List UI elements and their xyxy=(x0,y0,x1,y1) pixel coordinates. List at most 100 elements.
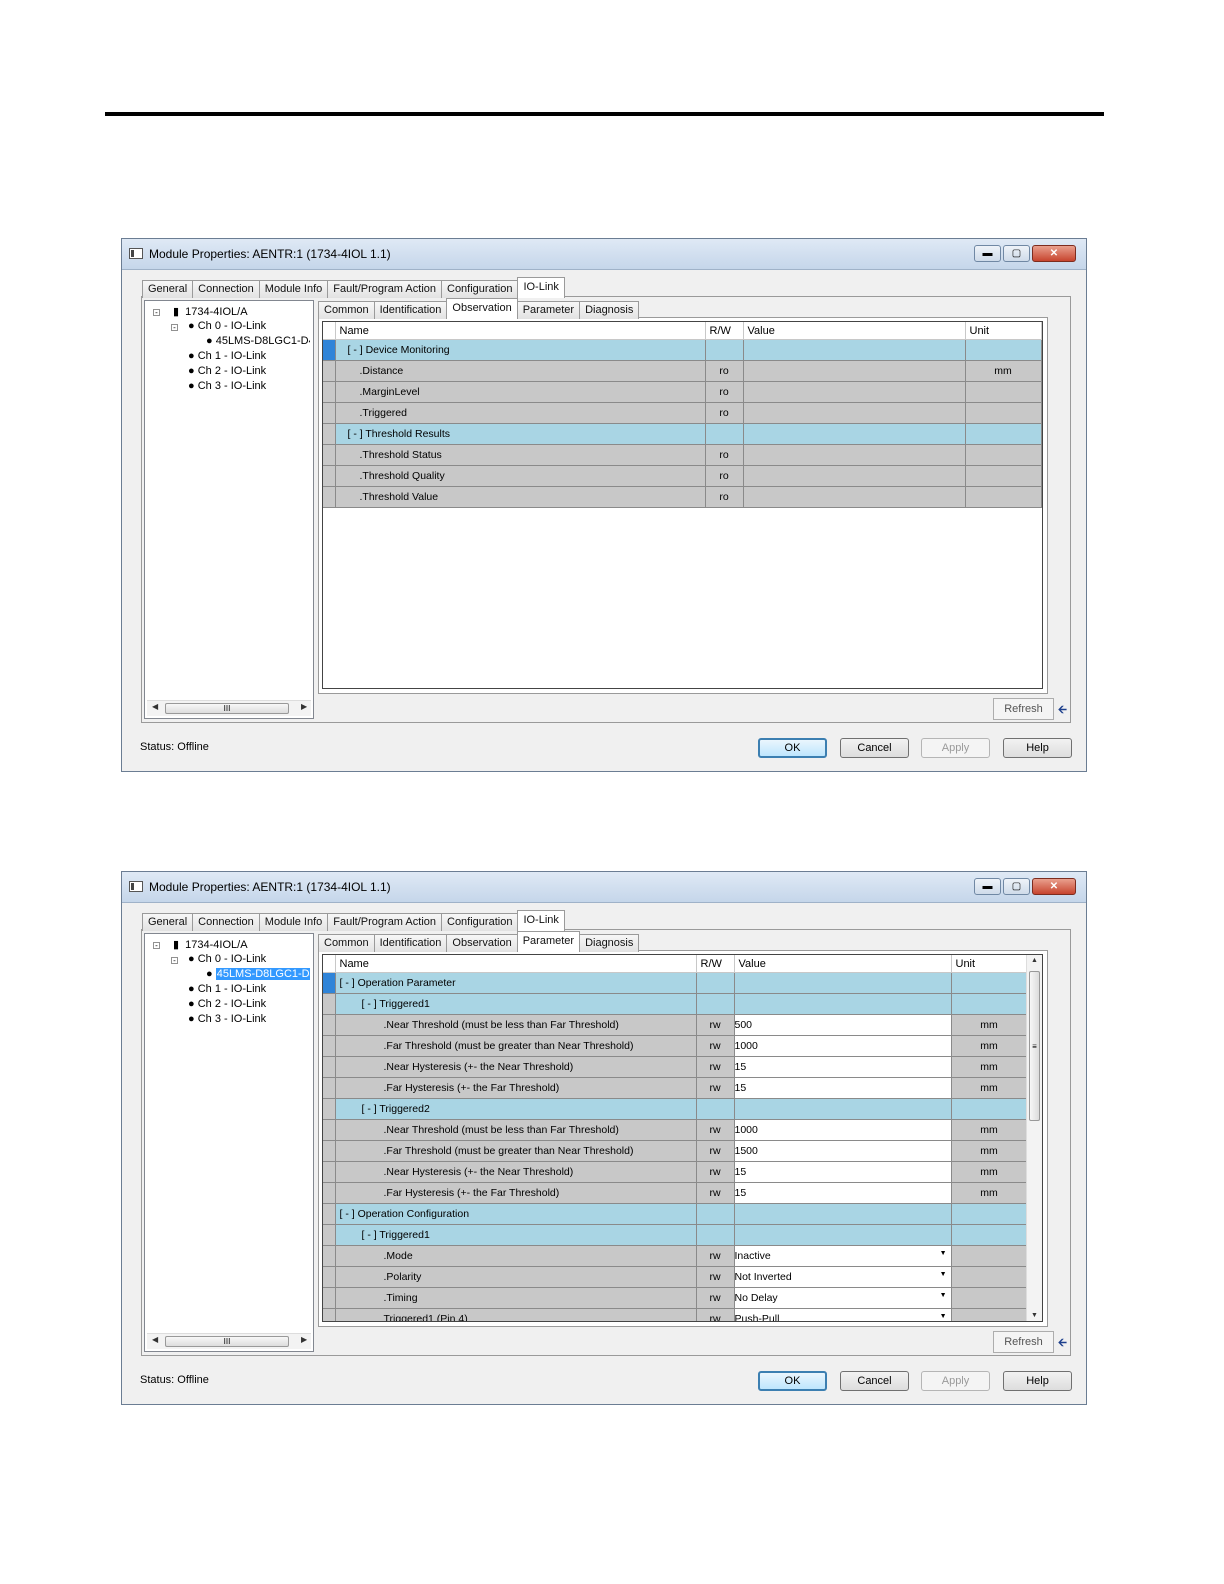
table-row[interactable]: [ - ] Threshold Results xyxy=(323,423,1042,445)
value-field[interactable]: 15 xyxy=(734,1056,952,1078)
scroll-right-icon[interactable]: ▶ xyxy=(301,1335,307,1344)
table-row[interactable]: .Threshold Quality ro xyxy=(323,465,1042,487)
tab-common[interactable]: Common xyxy=(318,934,375,952)
value-field[interactable]: 15 xyxy=(734,1077,952,1099)
table-row[interactable]: [ - ] Triggered2 xyxy=(323,1098,1028,1120)
column-value[interactable]: Value xyxy=(734,955,952,973)
close-button[interactable]: ✕ xyxy=(1032,878,1076,895)
tab-connection[interactable]: Connection xyxy=(192,280,260,298)
table-row[interactable]: [ - ] Operation Parameter xyxy=(323,972,1028,994)
table-row[interactable]: [ - ] Triggered1 xyxy=(323,993,1028,1015)
tab-observation[interactable]: Observation xyxy=(446,298,518,319)
tab-parameter[interactable]: Parameter xyxy=(516,931,581,952)
table-row[interactable]: .Near Threshold (must be less than Far T… xyxy=(323,1014,1028,1036)
tree-node-device[interactable]: ● 45LMS-D8LGC1-D4 xyxy=(206,335,310,347)
scroll-thumb[interactable]: III xyxy=(165,703,289,714)
value-field[interactable]: 1500 xyxy=(734,1140,952,1162)
table-row[interactable]: Triggered1 (Pin 4) rw Push-Pull ▼ xyxy=(323,1308,1028,1321)
tree-horizontal-scrollbar[interactable]: ◀ III ▶ xyxy=(147,700,311,716)
cancel-button[interactable]: Cancel xyxy=(840,738,909,758)
tab-module-info[interactable]: Module Info xyxy=(258,913,329,931)
table-row[interactable]: .Distance ro mm xyxy=(323,360,1042,382)
tab-identification[interactable]: Identification xyxy=(373,301,448,319)
refresh-button[interactable]: Refresh xyxy=(993,1331,1054,1353)
dropdown-arrow-icon[interactable]: ▼ xyxy=(940,1313,947,1321)
tab-parameter[interactable]: Parameter xyxy=(516,301,581,319)
tab-fault-program-action[interactable]: Fault/Program Action xyxy=(327,913,442,931)
value-field[interactable]: 1000 xyxy=(734,1035,952,1057)
tree-node-ch1[interactable]: ● Ch 1 - IO-Link xyxy=(188,983,266,995)
value-field[interactable]: 15 xyxy=(734,1161,952,1183)
refresh-button[interactable]: Refresh xyxy=(993,698,1054,720)
tree-node-ch0[interactable]: ● Ch 0 - IO-Link xyxy=(188,953,266,965)
maximize-button[interactable]: ▢ xyxy=(1003,245,1030,262)
table-row[interactable]: [ - ] Operation Configuration xyxy=(323,1203,1028,1225)
table-row[interactable]: .Triggered ro xyxy=(323,402,1042,424)
scroll-right-icon[interactable]: ▶ xyxy=(301,702,307,711)
apply-button[interactable]: Apply xyxy=(921,738,990,758)
grid-vertical-scrollbar[interactable]: ▲ ≡ ▼ xyxy=(1026,955,1042,1321)
ok-button[interactable]: OK xyxy=(758,738,827,758)
tab-diagnosis[interactable]: Diagnosis xyxy=(579,934,640,952)
cancel-button[interactable]: Cancel xyxy=(840,1371,909,1391)
table-row[interactable]: .Far Threshold (must be greater than Nea… xyxy=(323,1035,1028,1057)
tree-node-ch2[interactable]: ● Ch 2 - IO-Link xyxy=(188,365,266,377)
table-row[interactable]: .Far Hysteresis (+- the Far Threshold) r… xyxy=(323,1077,1028,1099)
tab-common[interactable]: Common xyxy=(318,301,375,319)
tree-horizontal-scrollbar[interactable]: ◀ III ▶ xyxy=(147,1333,311,1349)
maximize-button[interactable]: ▢ xyxy=(1003,878,1030,895)
column-rw[interactable]: R/W xyxy=(696,955,735,973)
title-bar[interactable]: Module Properties: AENTR:1 (1734-4IOL 1.… xyxy=(122,872,1086,903)
apply-button[interactable]: Apply xyxy=(921,1371,990,1391)
table-row[interactable]: .Far Threshold (must be greater than Nea… xyxy=(323,1140,1028,1162)
value-dropdown[interactable]: Not Inverted ▼ xyxy=(734,1266,952,1288)
column-unit[interactable]: Unit xyxy=(965,322,1042,340)
table-row[interactable]: .Near Hysteresis (+- the Near Threshold)… xyxy=(323,1161,1028,1183)
tab-io-link[interactable]: IO-Link xyxy=(517,277,565,298)
tab-fault-program-action[interactable]: Fault/Program Action xyxy=(327,280,442,298)
table-row[interactable]: .Mode rw Inactive ▼ xyxy=(323,1245,1028,1267)
table-row[interactable]: .MarginLevel ro xyxy=(323,381,1042,403)
tab-configuration[interactable]: Configuration xyxy=(441,280,519,298)
tree-node-module[interactable]: ▮ 1734-4IOL/A xyxy=(173,938,248,951)
ok-button[interactable]: OK xyxy=(758,1371,827,1391)
tree-node-ch3[interactable]: ● Ch 3 - IO-Link xyxy=(188,1013,266,1025)
scroll-left-icon[interactable]: ◀ xyxy=(152,1335,158,1344)
dropdown-arrow-icon[interactable]: ▼ xyxy=(940,1271,947,1283)
help-button[interactable]: Help xyxy=(1003,738,1072,758)
table-row[interactable]: .Far Hysteresis (+- the Far Threshold) r… xyxy=(323,1182,1028,1204)
value-field[interactable]: 500 xyxy=(734,1014,952,1036)
scroll-down-icon[interactable]: ▼ xyxy=(1031,1312,1038,1319)
title-bar[interactable]: Module Properties: AENTR:1 (1734-4IOL 1.… xyxy=(122,239,1086,270)
column-name[interactable]: Name xyxy=(335,955,697,973)
tab-configuration[interactable]: Configuration xyxy=(441,913,519,931)
collapse-icon[interactable]: - xyxy=(171,957,178,965)
tab-diagnosis[interactable]: Diagnosis xyxy=(579,301,640,319)
tab-io-link[interactable]: IO-Link xyxy=(517,910,565,931)
value-dropdown[interactable]: Inactive ▼ xyxy=(734,1245,952,1267)
tab-general[interactable]: General xyxy=(142,280,194,298)
tab-general[interactable]: General xyxy=(142,913,194,931)
value-field[interactable]: 15 xyxy=(734,1182,952,1204)
column-value[interactable]: Value xyxy=(743,322,966,340)
tab-identification[interactable]: Identification xyxy=(373,934,448,952)
value-dropdown[interactable]: Push-Pull ▼ xyxy=(734,1308,952,1321)
collapse-icon[interactable]: - xyxy=(153,942,160,950)
tree-node-ch3[interactable]: ● Ch 3 - IO-Link xyxy=(188,380,266,392)
scroll-thumb[interactable]: ≡ xyxy=(1029,971,1040,1121)
table-row[interactable]: .Near Threshold (must be less than Far T… xyxy=(323,1119,1028,1141)
table-row[interactable]: [ - ] Device Monitoring xyxy=(323,339,1042,361)
value-field[interactable]: 1000 xyxy=(734,1119,952,1141)
table-row[interactable]: .Polarity rw Not Inverted ▼ xyxy=(323,1266,1028,1288)
value-dropdown[interactable]: No Delay ▼ xyxy=(734,1287,952,1309)
tree-node-device[interactable]: ● 45LMS-D8LGC1-D4 xyxy=(206,968,310,980)
column-unit[interactable]: Unit xyxy=(951,955,1028,973)
table-row[interactable]: .Timing rw No Delay ▼ xyxy=(323,1287,1028,1309)
table-row[interactable]: .Near Hysteresis (+- the Near Threshold)… xyxy=(323,1056,1028,1078)
tab-observation[interactable]: Observation xyxy=(446,934,518,952)
minimize-button[interactable]: ▬ xyxy=(974,878,1001,895)
dropdown-arrow-icon[interactable]: ▼ xyxy=(940,1292,947,1304)
close-button[interactable]: ✕ xyxy=(1032,245,1076,262)
minimize-button[interactable]: ▬ xyxy=(974,245,1001,262)
column-name[interactable]: Name xyxy=(335,322,706,340)
